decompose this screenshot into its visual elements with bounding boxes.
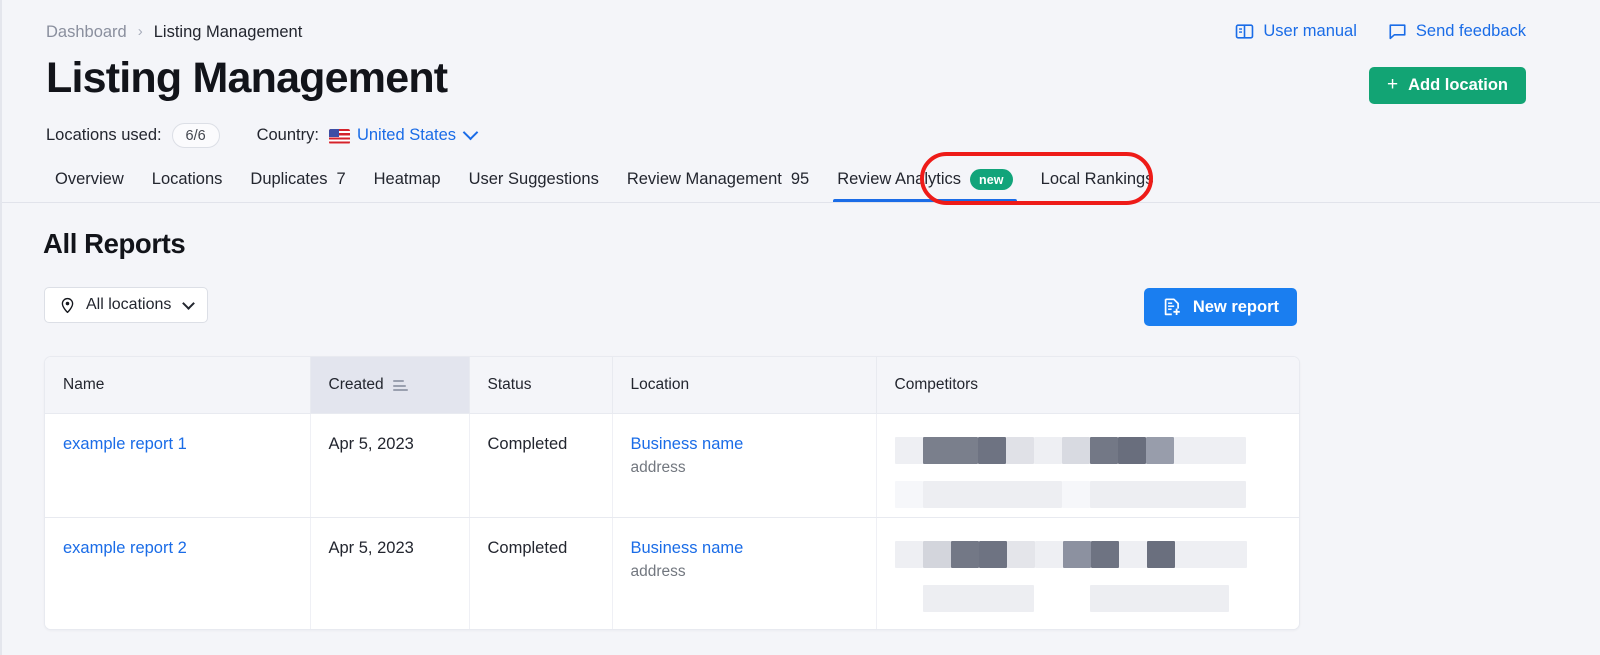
cell-created: Apr 5, 2023 [310,517,470,629]
column-header-name[interactable]: Name [45,357,311,414]
column-header-status[interactable]: Status [469,357,613,414]
tab-label: Review Analytics [837,170,962,188]
cell-location: Business name address [612,517,877,629]
cell-competitors [876,413,1300,518]
location-name-link[interactable]: Business name [631,435,744,453]
all-locations-filter[interactable]: All locations [44,287,209,323]
report-name-link[interactable]: example report 1 [63,435,187,453]
redacted-line [894,436,1300,464]
country-label: Country: [256,126,319,144]
tab-locations[interactable]: Locations [138,157,237,202]
table-row: example report 2 Apr 5, 2023 Completed B… [45,517,1299,629]
cell-status: Completed [469,413,613,518]
cell-created: Apr 5, 2023 [310,413,470,518]
all-locations-label: All locations [86,296,172,313]
document-plus-icon [1162,297,1182,317]
tab-user-suggestions[interactable]: User Suggestions [455,157,613,202]
country-selector[interactable]: Country: United States [256,124,479,145]
map-pin-icon [59,297,76,314]
tab-duplicates[interactable]: Duplicates 7 [236,157,359,202]
breadcrumb-dashboard[interactable]: Dashboard [46,23,127,42]
reports-table-card: Name Created Status Location Competitors… [44,356,1300,630]
tab-review-management[interactable]: Review Management 95 [613,157,823,202]
locations-used-label: Locations used: [46,126,162,144]
page-header: Dashboard › Listing Management Listing M… [2,0,1600,203]
tab-heatmap[interactable]: Heatmap [360,157,455,202]
send-feedback-label: Send feedback [1415,22,1526,40]
breadcrumb-current: Listing Management [153,23,303,41]
tab-overview[interactable]: Overview [41,157,138,202]
table-row: example report 1 Apr 5, 2023 Completed B… [45,413,1300,518]
column-label: Created [328,375,384,393]
breadcrumb-separator-icon: › [137,23,143,40]
section-tabs: Overview Locations Duplicates 7 Heatmap … [41,157,1167,202]
chevron-down-icon[interactable] [462,124,479,141]
column-label: Name [63,375,105,393]
redacted-line [894,540,1300,568]
tab-review-analytics[interactable]: Review Analytics new [823,157,1026,202]
header-utility-links: User manual Send feedback [1235,22,1526,41]
tab-label: Duplicates [250,170,328,188]
tab-label: Locations [151,170,223,188]
tab-count: 7 [336,170,346,188]
cell-competitors [876,517,1299,629]
breadcrumb: Dashboard › Listing Management [46,23,302,42]
new-report-button[interactable]: New report [1143,288,1297,326]
tab-label: Overview [55,170,124,188]
competitors-redacted-content [894,539,1300,612]
column-header-created[interactable]: Created [310,357,470,414]
column-label: Status [487,375,532,393]
report-name-link[interactable]: example report 2 [63,539,187,557]
tab-count: 95 [790,170,810,188]
new-report-label: New report [1192,297,1279,316]
listing-management-page: Dashboard › Listing Management Listing M… [0,0,1600,655]
send-feedback-link[interactable]: Send feedback [1388,22,1526,41]
locations-used-badge: 6/6 [171,123,220,148]
column-label: Location [630,375,690,393]
redacted-line [894,480,1300,508]
table-header-row: Name Created Status Location Competitors [45,357,1299,414]
competitors-redacted-content [894,435,1300,508]
redacted-line [895,584,1300,612]
tab-label: User Suggestions [468,170,599,188]
speech-bubble-icon [1388,22,1407,41]
tab-local-rankings[interactable]: Local Rankings [1027,157,1168,202]
user-manual-link[interactable]: User manual [1235,22,1357,41]
plus-icon: + [1386,74,1399,95]
add-location-button[interactable]: + Add location [1368,67,1526,104]
column-header-competitors[interactable]: Competitors [876,357,1299,414]
column-header-location[interactable]: Location [612,357,877,414]
cell-location: Business name address [612,413,877,518]
column-label: Competitors [894,375,979,393]
tab-label: Heatmap [373,170,441,188]
country-value[interactable]: United States [357,126,456,145]
tab-label: Review Management [626,170,782,188]
chevron-down-icon [182,296,196,310]
location-address: address [630,562,686,580]
cell-name: example report 1 [45,413,311,518]
cell-status: Completed [469,517,613,629]
cell-name: example report 2 [45,517,311,629]
main-content: All Reports All locations New report Nam… [2,204,1600,655]
location-name-link[interactable]: Business name [631,539,744,557]
reports-table: Name Created Status Location Competitors… [45,357,1299,629]
section-title: All Reports [43,228,186,259]
tab-label: Local Rankings [1040,170,1154,188]
add-location-label: Add location [1408,76,1508,94]
user-manual-label: User manual [1263,22,1357,40]
book-icon [1235,22,1254,41]
location-address: address [630,458,686,476]
page-title: Listing Management [46,54,448,102]
header-meta-row: Locations used: 6/6 Country: United Stat… [46,123,479,148]
new-badge: new [970,169,1013,190]
sort-descending-icon[interactable] [392,380,408,392]
us-flag-icon [328,129,350,144]
